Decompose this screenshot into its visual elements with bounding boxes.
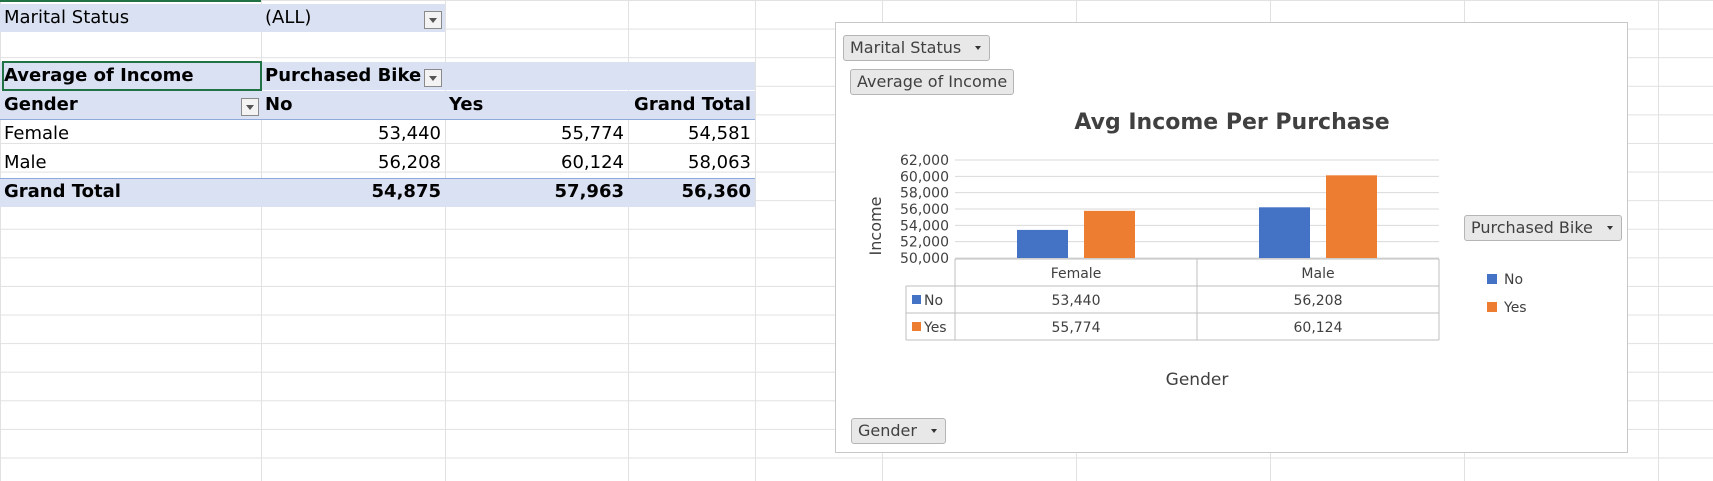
y-tick-label: 54,000: [900, 218, 949, 234]
cell-male-yes[interactable]: 60,124: [445, 149, 628, 177]
legend-key-no: [1487, 274, 1497, 284]
y-tick-label: 62,000: [900, 153, 949, 169]
legend-label-yes: Yes: [1503, 300, 1527, 316]
y-tick-label: 50,000: [900, 251, 949, 267]
value-field-label[interactable]: Average of Income: [0, 62, 261, 90]
data-table-value: 53,440: [1052, 293, 1101, 309]
data-table-value: 60,124: [1294, 320, 1343, 336]
header-grand-total: Grand Total: [634, 94, 751, 115]
x-tick-label: Female: [1051, 266, 1102, 282]
data-table-series-label: Yes: [923, 320, 947, 336]
grand-total-label[interactable]: Grand Total: [0, 178, 261, 206]
row-field-dropdown-icon[interactable]: [241, 98, 259, 116]
bar-male-yes: [1326, 175, 1377, 258]
data-table-value: 55,774: [1052, 320, 1101, 336]
column-field-label: Purchased Bike: [265, 65, 422, 86]
filter-label: Marital Status: [4, 7, 130, 28]
column-field-dropdown-icon[interactable]: [424, 69, 442, 87]
x-axis-label: Gender: [1166, 370, 1229, 390]
bar-female-yes: [1084, 210, 1135, 258]
x-tick-label: Male: [1301, 266, 1334, 282]
data-table-series-label: No: [924, 293, 943, 309]
row-field-label: Gender: [4, 94, 78, 115]
cell-male-no[interactable]: 56,208: [261, 149, 445, 177]
grand-total-yes[interactable]: 57,963: [445, 178, 628, 206]
legend-key-yes: [1487, 302, 1497, 312]
header-no: No: [265, 94, 293, 115]
filter-value[interactable]: (ALL): [261, 4, 421, 32]
row-label-male[interactable]: Male: [0, 149, 261, 177]
row-label-female[interactable]: Female: [0, 120, 261, 148]
data-table-value: 56,208: [1294, 293, 1343, 309]
pivot-chart[interactable]: Marital Status Average of Income Purchas…: [835, 22, 1628, 453]
y-tick-label: 58,000: [900, 186, 949, 202]
data-table-legend-key: [912, 295, 921, 304]
grand-total-total[interactable]: 56,360: [628, 178, 755, 206]
cell-male-total[interactable]: 58,063: [628, 149, 755, 177]
column-divider: [1658, 0, 1659, 481]
grand-total-no[interactable]: 54,875: [261, 178, 445, 206]
header-yes: Yes: [449, 94, 484, 115]
cell-female-total[interactable]: 54,581: [628, 120, 755, 148]
selected-column-indicator: [0, 0, 261, 2]
y-axis-label: Income: [866, 197, 885, 256]
column-divider: [755, 0, 756, 481]
y-tick-label: 56,000: [900, 202, 949, 218]
cell-female-no[interactable]: 53,440: [261, 120, 445, 148]
legend-label-no: No: [1504, 272, 1523, 288]
filter-dropdown-icon[interactable]: [424, 11, 442, 29]
bar-male-no: [1259, 207, 1310, 258]
y-tick-label: 60,000: [900, 169, 949, 185]
cell-female-yes[interactable]: 55,774: [445, 120, 628, 148]
chart-plot: Avg Income Per Purchase Income Gender 50…: [866, 110, 1527, 390]
bar-female-no: [1017, 229, 1068, 258]
chart-title: Avg Income Per Purchase: [1074, 110, 1389, 135]
y-tick-label: 52,000: [900, 235, 949, 251]
data-table-legend-key: [912, 322, 921, 331]
